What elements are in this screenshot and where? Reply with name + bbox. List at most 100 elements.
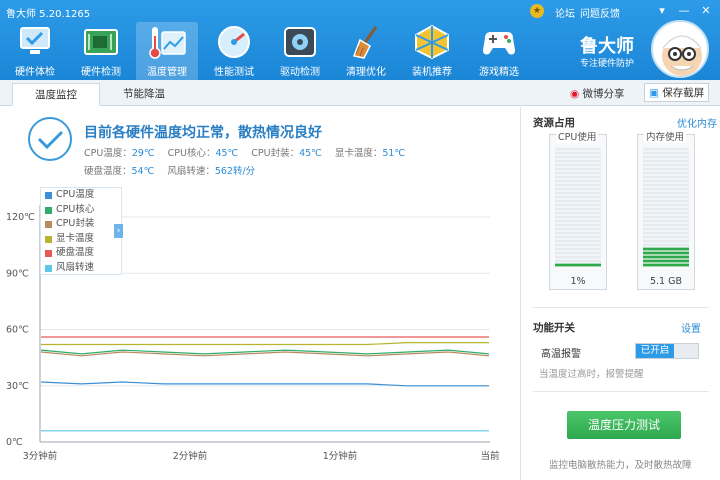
meter-cell (555, 263, 601, 267)
divider (533, 391, 709, 392)
meter-cell (555, 235, 601, 239)
legend-item[interactable]: 硬盘温度 (41, 246, 121, 261)
legend-swatch (45, 235, 52, 243)
meter-cell (643, 191, 689, 195)
series-line (40, 351, 490, 357)
meter-cell (555, 211, 601, 215)
meter-cell (643, 159, 689, 163)
title-toolbar: 鲁大师 5.20.1265 ★ 论坛 问题反馈 ▾ — ✕ 硬件体检 硬件检测 … (0, 0, 720, 80)
meter-cell (555, 195, 601, 199)
toolbar-label: 装机推荐 (412, 67, 452, 78)
toolbar-item-cleanup[interactable]: 清理优化 (335, 22, 397, 80)
series-line (41, 342, 489, 346)
toolbar-label: 游戏精选 (479, 67, 519, 78)
medal-icon[interactable]: ★ (530, 4, 544, 18)
settings-link[interactable]: 设置 (681, 320, 701, 335)
temperature-stress-test-button[interactable]: 温度压力测试 (567, 411, 681, 439)
meter-cell (643, 243, 689, 247)
brand-name: 鲁大师 (580, 36, 634, 57)
meter-cell (555, 223, 601, 227)
memory-usage-bar (643, 147, 689, 267)
resources-title: 资源占用 (533, 117, 575, 129)
stat-label: 硬盘温度： (84, 166, 132, 177)
legend-label: 硬盘温度 (56, 247, 95, 258)
y-tick-label: 0℃ (6, 437, 23, 448)
forum-link[interactable]: 论坛 (555, 5, 575, 20)
minimize-button[interactable]: — (676, 2, 692, 18)
toolbar-label: 硬件体检 (15, 67, 55, 78)
avatar[interactable] (651, 20, 709, 78)
legend-item[interactable]: CPU温度 (41, 188, 121, 203)
cpu-usage-meter: CPU使用 1% (549, 129, 607, 290)
legend-swatch (45, 264, 52, 272)
mascot-icon (662, 35, 702, 76)
meter-cell (555, 163, 601, 167)
meter-cell (555, 247, 601, 251)
legend-item[interactable]: 风扇转速 (41, 261, 121, 276)
meter-cell (643, 155, 689, 159)
legend-item[interactable]: CPU核心 (41, 203, 121, 218)
meter-cell (555, 147, 601, 151)
toolbar-label: 驱动检测 (280, 67, 320, 78)
high-temp-alarm-label: 高温报警 (541, 349, 581, 360)
cpu-package-value: 45℃ (299, 148, 322, 159)
stat-label: CPU封装： (251, 148, 300, 159)
meter-cell (555, 239, 601, 243)
status-check-icon (28, 117, 72, 161)
meter-cell (555, 159, 601, 163)
brand-slogan: 专注硬件防护 (580, 59, 635, 69)
y-tick-label: 30℃ (6, 381, 29, 392)
legend-label: CPU温度 (56, 189, 95, 200)
meter-cell (643, 203, 689, 207)
legend-swatch (45, 192, 52, 199)
meter-cell (555, 179, 601, 183)
meter-cell (643, 211, 689, 215)
meter-cell (643, 147, 689, 151)
toolbar-item-hardware-detect[interactable]: 硬件检测 (70, 22, 132, 80)
stat-label: 风扇转速： (167, 166, 215, 177)
cube-icon (415, 24, 449, 60)
meter-cell (555, 155, 601, 159)
legend-item[interactable]: 显卡温度 (41, 232, 121, 247)
toolbar-item-build-recommend[interactable]: 装机推荐 (401, 22, 463, 80)
toolbar-label: 清理优化 (346, 67, 386, 78)
menu-button[interactable]: ▾ (654, 2, 670, 18)
meter-cell (555, 199, 601, 203)
meter-cell (643, 207, 689, 211)
toolbar-item-performance[interactable]: 性能测试 (203, 22, 265, 80)
save-screenshot-button[interactable]: ▣ 保存截屏 (644, 83, 710, 102)
meter-cell (643, 251, 689, 255)
x-tick-label: 2分钟前 (173, 450, 208, 462)
toolbar-item-driver[interactable]: 驱动检测 (269, 22, 331, 80)
weibo-share-button[interactable]: ◉ 微博分享 (570, 86, 625, 101)
meter-cell (643, 263, 689, 267)
meter-cell (555, 187, 601, 191)
tab-energy-saving[interactable]: 节能降温 (100, 83, 188, 106)
fan-speed-value: 562转/分 (214, 166, 256, 177)
memory-usage-label: 内存使用 (644, 129, 687, 143)
save-screenshot-label: 保存截屏 (662, 87, 705, 99)
legend-item[interactable]: CPU封装 (41, 217, 121, 232)
meter-cell (643, 255, 689, 259)
weibo-share-label: 微博分享 (582, 88, 625, 100)
app-title: 鲁大师 5.20.1265 (6, 9, 91, 20)
cpu-usage-bar (555, 147, 601, 267)
optimize-memory-link[interactable]: 优化内存 (677, 115, 717, 130)
meter-cell (555, 251, 601, 255)
alarm-hint: 当温度过高时，报警提醒 (539, 369, 644, 380)
meter-cell (643, 219, 689, 223)
meter-cell (643, 223, 689, 227)
meter-cell (643, 187, 689, 191)
close-button[interactable]: ✕ (698, 2, 714, 18)
meter-cell (643, 183, 689, 187)
features-title: 功能开关 (533, 322, 575, 334)
high-temp-alarm-toggle[interactable]: 已开启 (635, 343, 699, 359)
toolbar-item-games[interactable]: 游戏精选 (468, 22, 530, 80)
toolbar-item-hardware-check[interactable]: 硬件体检 (4, 22, 66, 80)
legend-label: 显卡温度 (56, 232, 95, 244)
legend-collapse-icon[interactable]: › (114, 224, 123, 238)
feedback-link[interactable]: 问题反馈 (580, 5, 620, 20)
toolbar-item-temperature[interactable]: 温度管理 (136, 22, 198, 80)
tab-temperature-monitor[interactable]: 温度监控 (12, 83, 100, 106)
meter-cell (643, 195, 689, 199)
